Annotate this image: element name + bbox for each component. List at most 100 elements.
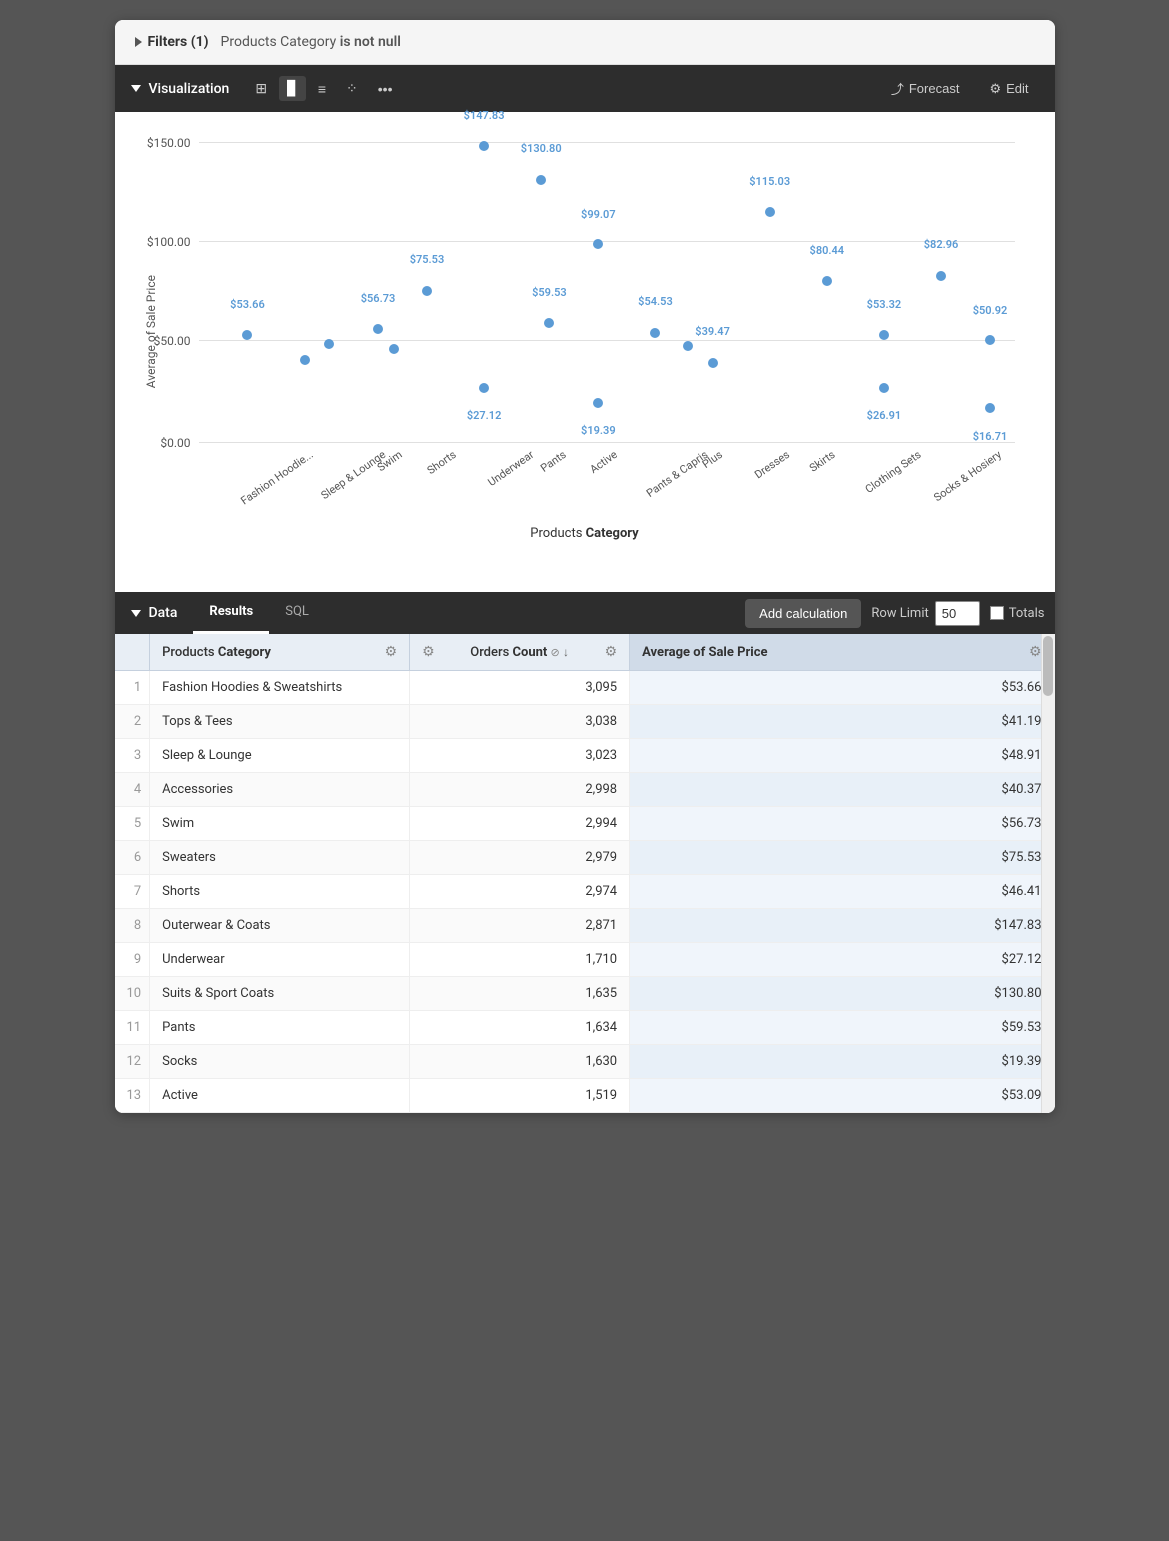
edit-btn[interactable]: ⚙ Edit	[979, 77, 1038, 101]
cell-avg-price: $147.83	[630, 909, 1054, 943]
table-row: 7 Shorts 2,974 $46.41	[115, 875, 1055, 909]
dot-socks[interactable]	[593, 398, 603, 408]
dot-skirts[interactable]	[822, 276, 832, 286]
row-limit-input[interactable]	[935, 601, 980, 626]
th-orders-gear[interactable]: ⚙	[422, 644, 435, 660]
x-label-13: Socks & Hosiery	[931, 448, 1004, 504]
dot-sleep-a[interactable]	[300, 355, 310, 365]
filters-expand-icon[interactable]	[135, 37, 142, 47]
th-category[interactable]: Products Category ⚙	[150, 634, 410, 671]
add-calculation-btn[interactable]: Add calculation	[745, 599, 861, 628]
tab-sql[interactable]: SQL	[269, 592, 325, 634]
row-limit-label: Row Limit	[871, 606, 928, 621]
cell-rownum: 10	[115, 977, 150, 1011]
results-table: Products Category ⚙ ⚙ Orders Count ⊘ ↓	[115, 634, 1055, 1113]
forecast-label: Forecast	[909, 81, 960, 96]
cell-rownum: 6	[115, 841, 150, 875]
filters-title[interactable]: Filters (1)	[135, 34, 209, 50]
dot-pants[interactable]	[544, 318, 554, 328]
dot-sockshosiery-b[interactable]	[985, 403, 995, 413]
dot-label-sockshosiery: $50.92	[973, 304, 1008, 317]
table-row: 1 Fashion Hoodies & Sweatshirts 3,095 $5…	[115, 671, 1055, 705]
filters-label: Filters (1)	[148, 34, 209, 50]
grid-line-50: $50.00	[199, 340, 1015, 341]
data-collapse-icon[interactable]	[131, 610, 141, 617]
th-rownum	[115, 634, 150, 671]
data-section-title[interactable]: Data	[115, 593, 194, 633]
pivot-view-btn[interactable]: ≡	[310, 77, 334, 101]
th-orders-gear2[interactable]: ⚙	[605, 644, 618, 660]
scrollbar[interactable]	[1041, 634, 1055, 1113]
dot-sleep-b[interactable]	[324, 339, 334, 349]
th-orders-sort-icon[interactable]: ↓	[563, 645, 569, 659]
table-row: 12 Socks 1,630 $19.39	[115, 1045, 1055, 1079]
dot-1[interactable]	[242, 330, 252, 340]
cell-category: Sweaters	[150, 841, 410, 875]
bar-view-btn[interactable]: ▊	[279, 76, 306, 101]
dot-shorts-a[interactable]	[389, 344, 399, 354]
table-row: 4 Accessories 2,998 $40.37	[115, 773, 1055, 807]
th-orders[interactable]: ⚙ Orders Count ⊘ ↓ ⚙	[410, 634, 630, 671]
chart-wrapper: Average of Sale Price $150.00 $100.00 $5…	[135, 142, 1035, 582]
table-row: 5 Swim 2,994 $56.73	[115, 807, 1055, 841]
x-label-7: Active	[587, 448, 619, 476]
dot-label-plus: $39.47	[695, 325, 730, 338]
cell-rownum: 12	[115, 1045, 150, 1079]
y-label-50: $50.00	[154, 334, 191, 348]
cell-category: Outerwear & Coats	[150, 909, 410, 943]
th-category-label: Products Category	[162, 645, 271, 660]
cell-orders: 3,023	[410, 739, 630, 773]
cell-rownum: 5	[115, 807, 150, 841]
dot-plus[interactable]	[708, 358, 718, 368]
dot-dresses[interactable]	[765, 207, 775, 217]
cell-category: Accessories	[150, 773, 410, 807]
chart-area: Average of Sale Price $150.00 $100.00 $5…	[115, 112, 1055, 592]
data-toolbar: Data Results SQL Add calculation Row Lim…	[115, 592, 1055, 634]
dot-sockshosiery[interactable]	[985, 335, 995, 345]
chart-plot: $150.00 $100.00 $50.00 $0.00 $53.66	[199, 142, 1015, 442]
viz-collapse-icon[interactable]	[131, 85, 141, 92]
x-axis-title: Products Category	[135, 526, 1035, 541]
cell-rownum: 11	[115, 1011, 150, 1045]
dot-underwear[interactable]	[479, 383, 489, 393]
th-category-gear[interactable]: ⚙	[385, 644, 398, 660]
cell-orders: 2,998	[410, 773, 630, 807]
cell-orders: 3,038	[410, 705, 630, 739]
dot-suits[interactable]	[536, 175, 546, 185]
scatter-view-btn[interactable]: ⁘	[338, 76, 366, 101]
dot-clothing-b[interactable]	[936, 271, 946, 281]
cell-category: Active	[150, 1079, 410, 1113]
cell-category: Pants	[150, 1011, 410, 1045]
more-view-btn[interactable]: •••	[370, 77, 401, 101]
scroll-thumb[interactable]	[1043, 636, 1053, 696]
x-label-8: Pants & Capris	[644, 448, 710, 500]
table-view-btn[interactable]: ⊞	[247, 76, 275, 101]
th-avg-price[interactable]: Average of Sale Price ⚙	[630, 634, 1054, 671]
dot-skirts-b[interactable]	[879, 383, 889, 393]
dot-label-underwear: $27.12	[467, 409, 502, 422]
dot-pantscapris[interactable]	[650, 328, 660, 338]
totals-checkbox[interactable]	[990, 606, 1004, 620]
cell-avg-price: $27.12	[630, 943, 1054, 977]
dot-label-skirts-b: $26.91	[867, 409, 902, 422]
totals-label[interactable]: Totals	[990, 606, 1045, 621]
filter-condition: Products Category is not null	[221, 34, 401, 50]
dot-clothing[interactable]	[879, 330, 889, 340]
dot-outerwear[interactable]	[479, 141, 489, 151]
dot-label-outerwear: $147.83	[464, 109, 505, 122]
grid-line-100: $100.00	[199, 241, 1015, 242]
tab-results[interactable]: Results	[193, 592, 269, 634]
dot-label-skirts: $80.44	[810, 244, 845, 257]
cell-category: Suits & Sport Coats	[150, 977, 410, 1011]
dot-plus-b[interactable]	[683, 341, 693, 351]
dot-swim[interactable]	[373, 324, 383, 334]
cell-rownum: 3	[115, 739, 150, 773]
edit-icon: ⚙	[989, 81, 1001, 97]
forecast-btn[interactable]: ⤴ Forecast	[881, 75, 970, 102]
dot-sweaters[interactable]	[422, 286, 432, 296]
cell-category: Fashion Hoodies & Sweatshirts	[150, 671, 410, 705]
dot-active-val[interactable]	[593, 239, 603, 249]
cell-orders: 1,635	[410, 977, 630, 1011]
viz-section-title[interactable]: Visualization	[131, 81, 230, 97]
dot-label-pants: $59.53	[532, 286, 567, 299]
